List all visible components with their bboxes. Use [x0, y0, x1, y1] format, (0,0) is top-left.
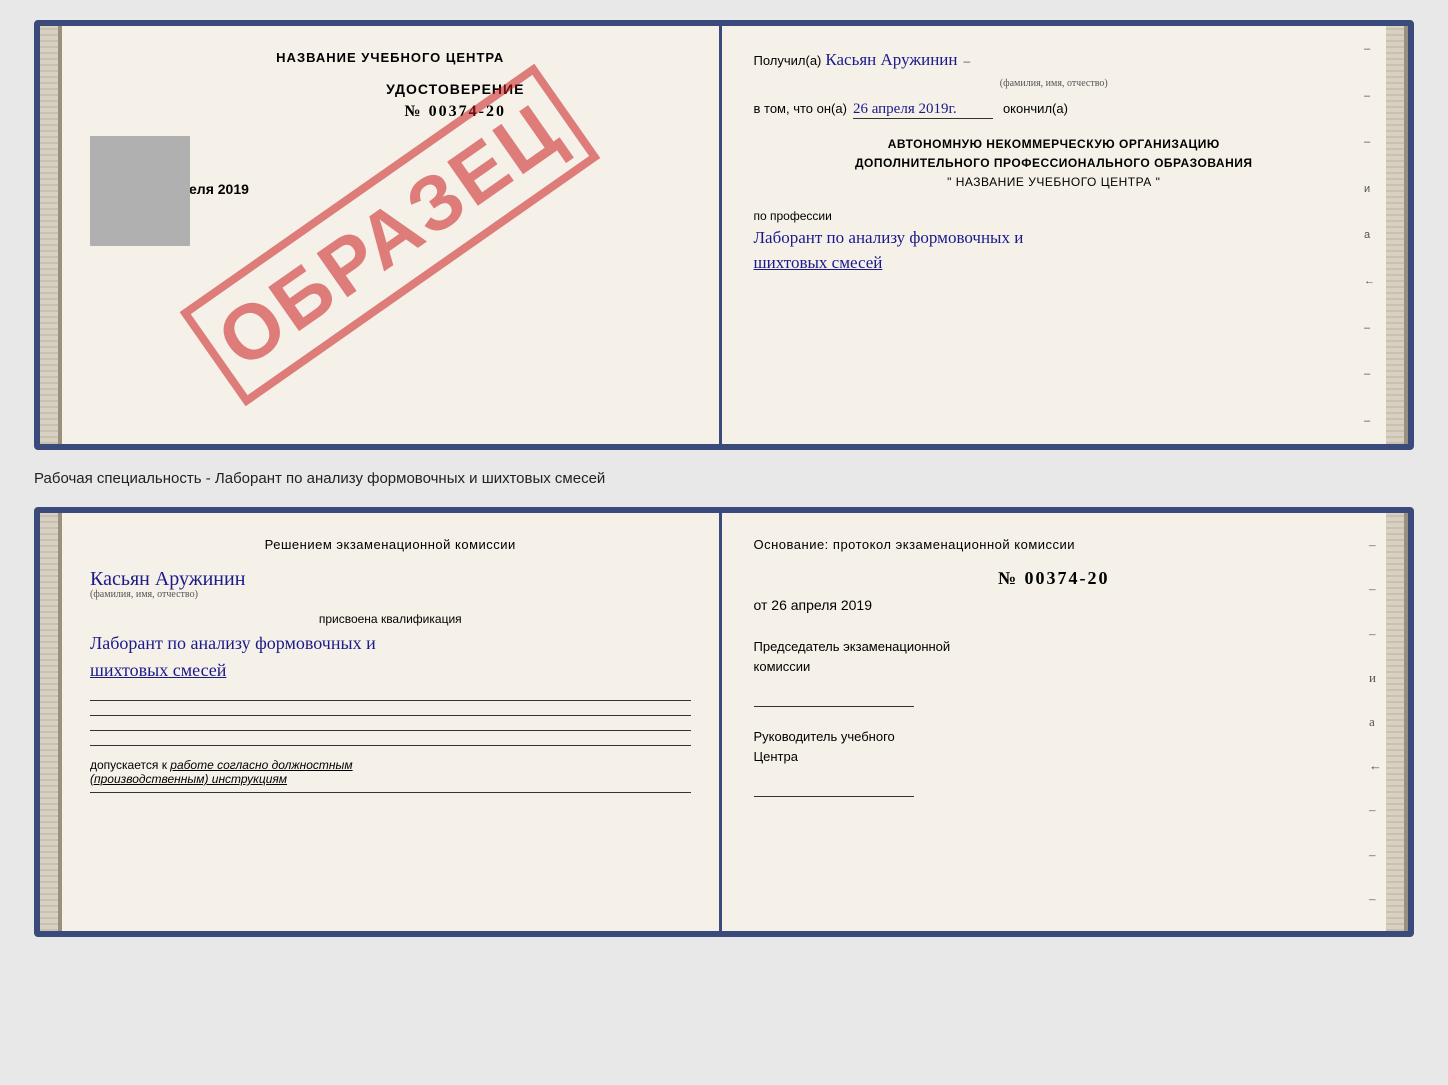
- cert-left-page: НАЗВАНИЕ УЧЕБНОГО ЦЕНТРА УДОСТОВЕРЕНИЕ №…: [62, 26, 722, 444]
- rukovoditel-label: Руководитель учебного: [754, 727, 1355, 747]
- org-line3: " НАЗВАНИЕ УЧЕБНОГО ЦЕНТРА ": [754, 173, 1355, 192]
- bottom-right-page: Основание: протокол экзаменационной коми…: [722, 513, 1387, 931]
- profession-label: по профессии: [754, 209, 1355, 223]
- name-handwritten: Касьян Аружинин: [825, 50, 957, 70]
- bottom-certificate: Решением экзаменационной комиссии Касьян…: [34, 507, 1414, 937]
- between-specialty-label: Рабочая специальность - Лаборант по анал…: [34, 466, 605, 491]
- rukovoditel-label2: Центра: [754, 747, 1355, 767]
- okonchil-label: окончил(а): [1003, 101, 1068, 116]
- bottom-left-page: Решением экзаменационной комиссии Касьян…: [62, 513, 722, 931]
- predsedatel-label2: комиссии: [754, 657, 1355, 677]
- vtom-label: в том, что он(а): [754, 101, 847, 116]
- rukovoditel-sign-line: [754, 796, 914, 797]
- predsedatel-block: Председатель экзаменационной комиссии: [754, 637, 1355, 676]
- dopusk-italic: работе согласно должностным: [170, 758, 352, 772]
- bottom-right-date: от 26 апреля 2019: [754, 597, 1355, 613]
- bottom-left-title: Решением экзаменационной комиссии: [90, 537, 691, 552]
- bottom-name-block: Касьян Аружинин (фамилия, имя, отчество): [90, 568, 691, 604]
- line2: [90, 715, 691, 716]
- predsedatel-sign-line: [754, 706, 914, 707]
- photo-placeholder: [90, 136, 190, 246]
- dash-after-name: –: [963, 54, 970, 68]
- top-certificate: НАЗВАНИЕ УЧЕБНОГО ЦЕНТРА УДОСТОВЕРЕНИЕ №…: [34, 20, 1414, 450]
- bottom-spine-left: [40, 513, 62, 931]
- qualification-label: присвоена квалификация: [90, 612, 691, 626]
- dopusk-line: [90, 792, 691, 793]
- bottom-signature-lines: [90, 700, 691, 746]
- cert-school-title: НАЗВАНИЕ УЧЕБНОГО ЦЕНТРА: [90, 50, 691, 65]
- vtom-line: в том, что он(а) 26 апреля 2019г. окончи…: [754, 101, 1355, 119]
- rukovoditel-block: Руководитель учебного Центра: [754, 727, 1355, 766]
- ot-label: от: [754, 597, 768, 613]
- dopusk-block: допускается к работе согласно должностны…: [90, 758, 691, 786]
- profession-handwritten: Лаборант по анализу формовочных и шихтов…: [754, 225, 1355, 276]
- predsedatel-label: Председатель экзаменационной: [754, 637, 1355, 657]
- org-line2: ДОПОЛНИТЕЛЬНОГО ПРОФЕССИОНАЛЬНОГО ОБРАЗО…: [754, 154, 1355, 173]
- qualification-handwritten: Лаборант по анализу формовочных и шихтов…: [90, 630, 691, 684]
- bottom-right-number: № 00374-20: [754, 568, 1355, 589]
- org-line1: АВТОНОМНУЮ НЕКОММЕРЧЕСКУЮ ОРГАНИЗАЦИЮ: [754, 135, 1355, 154]
- cert-number: № 00374-20: [220, 103, 691, 121]
- dopusk-label: допускается к: [90, 758, 167, 772]
- bottom-name-sub: (фамилия, имя, отчество): [90, 589, 691, 600]
- vtom-date: 26 апреля 2019г.: [853, 101, 993, 119]
- bottom-right-marks: –––иа←–––: [1367, 513, 1384, 931]
- line3: [90, 730, 691, 731]
- line1: [90, 700, 691, 701]
- udostoverenie-label: УДОСТОВЕРЕНИЕ: [220, 81, 691, 97]
- osnovanie-label: Основание: протокол экзаменационной коми…: [754, 537, 1355, 552]
- org-block: АВТОНОМНУЮ НЕКОММЕРЧЕСКУЮ ОРГАНИЗАЦИЮ ДО…: [754, 135, 1355, 193]
- name-sub: (фамилия, имя, отчество): [754, 78, 1355, 89]
- poluchil-label: Получил(а): [754, 53, 822, 68]
- spine-texture-right: [1386, 26, 1408, 444]
- spine-texture-left: [40, 26, 62, 444]
- dopusk-italic2: (производственным) инструкциям: [90, 772, 287, 786]
- bottom-date: 26 апреля 2019: [771, 597, 872, 613]
- bottom-spine-right: [1386, 513, 1408, 931]
- right-side-marks: –––иа←–––: [1364, 26, 1384, 444]
- poluchil-line: Получил(а) Касьян Аружинин –: [754, 50, 1355, 70]
- line4: [90, 745, 691, 746]
- cert-right-page: Получил(а) Касьян Аружинин – (фамилия, и…: [722, 26, 1387, 444]
- bottom-name-handwritten: Касьян Аружинин: [90, 568, 691, 591]
